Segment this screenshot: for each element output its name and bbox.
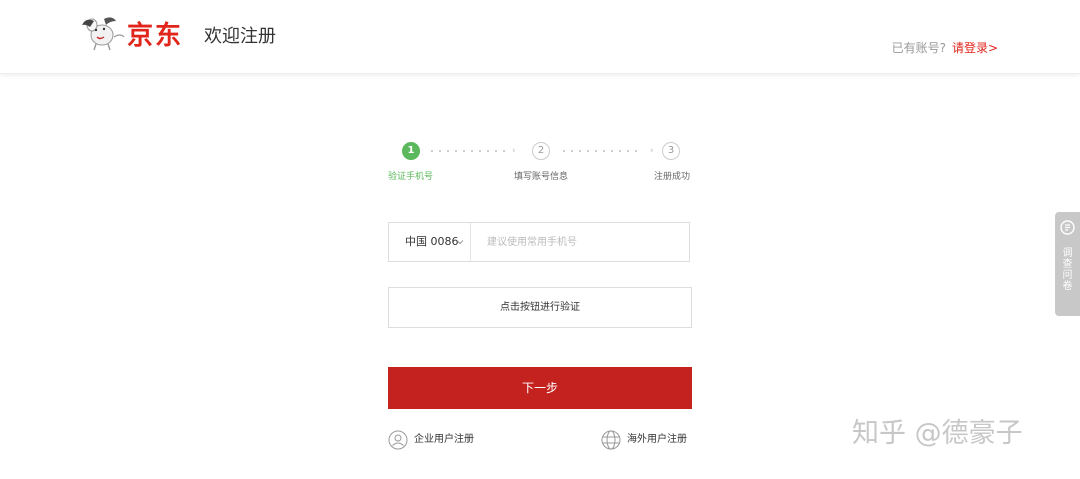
step-arrow-icon: › bbox=[512, 146, 516, 156]
page-title: 欢迎注册 bbox=[204, 26, 276, 47]
step-1-circle: 1 bbox=[402, 142, 420, 160]
overseas-register-link[interactable]: 海外用户注册 bbox=[601, 429, 693, 451]
user-circle-icon bbox=[388, 430, 408, 450]
next-step-button[interactable]: 下一步 bbox=[388, 367, 692, 409]
login-prompt: 已有账号? bbox=[891, 41, 946, 55]
step-2-circle: 2 bbox=[532, 142, 550, 160]
jd-logo-text[interactable]: 京东 bbox=[127, 20, 183, 52]
enterprise-register-label: 企业用户注册 bbox=[414, 434, 474, 445]
country-code-value: 中国 0086 bbox=[405, 235, 459, 248]
registration-page: 京东 欢迎注册 已有账号? 请登录> 1 › 2 › 3 验证手机号 填写账号信息… bbox=[0, 0, 1080, 479]
step-3-label: 注册成功 bbox=[654, 172, 691, 182]
country-code-select[interactable]: 中国 0086 bbox=[389, 223, 471, 261]
survey-side-tab[interactable]: 调查问卷 bbox=[1055, 212, 1080, 316]
login-hint: 已有账号? 请登录> bbox=[892, 40, 998, 56]
header: 京东 欢迎注册 已有账号? 请登录> bbox=[0, 0, 1080, 74]
overseas-register-label: 海外用户注册 bbox=[627, 434, 687, 445]
phone-input-row: 中国 0086 bbox=[388, 222, 690, 262]
login-link[interactable]: 请登录> bbox=[952, 41, 998, 55]
step-3-circle: 3 bbox=[662, 142, 680, 160]
step-divider-dots bbox=[428, 150, 508, 152]
phone-number-input[interactable] bbox=[473, 223, 687, 261]
step-1-label: 验证手机号 bbox=[388, 172, 434, 182]
jd-dog-mascot-icon[interactable] bbox=[80, 15, 126, 51]
survey-tab-label: 调查问卷 bbox=[1062, 248, 1073, 292]
step-divider-dots bbox=[560, 150, 640, 152]
survey-icon bbox=[1060, 220, 1075, 235]
registration-steps: 1 › 2 › 3 验证手机号 填写账号信息 注册成功 bbox=[388, 142, 692, 186]
slider-verify-button[interactable]: 点击按钮进行验证 bbox=[388, 287, 692, 328]
zhihu-watermark: 知乎 @德豪子 bbox=[852, 418, 1023, 449]
chevron-down-icon bbox=[456, 240, 464, 245]
globe-icon bbox=[601, 430, 621, 450]
step-2-label: 填写账号信息 bbox=[514, 172, 569, 182]
enterprise-register-link[interactable]: 企业用户注册 bbox=[388, 429, 488, 451]
step-arrow-icon: › bbox=[650, 146, 654, 156]
